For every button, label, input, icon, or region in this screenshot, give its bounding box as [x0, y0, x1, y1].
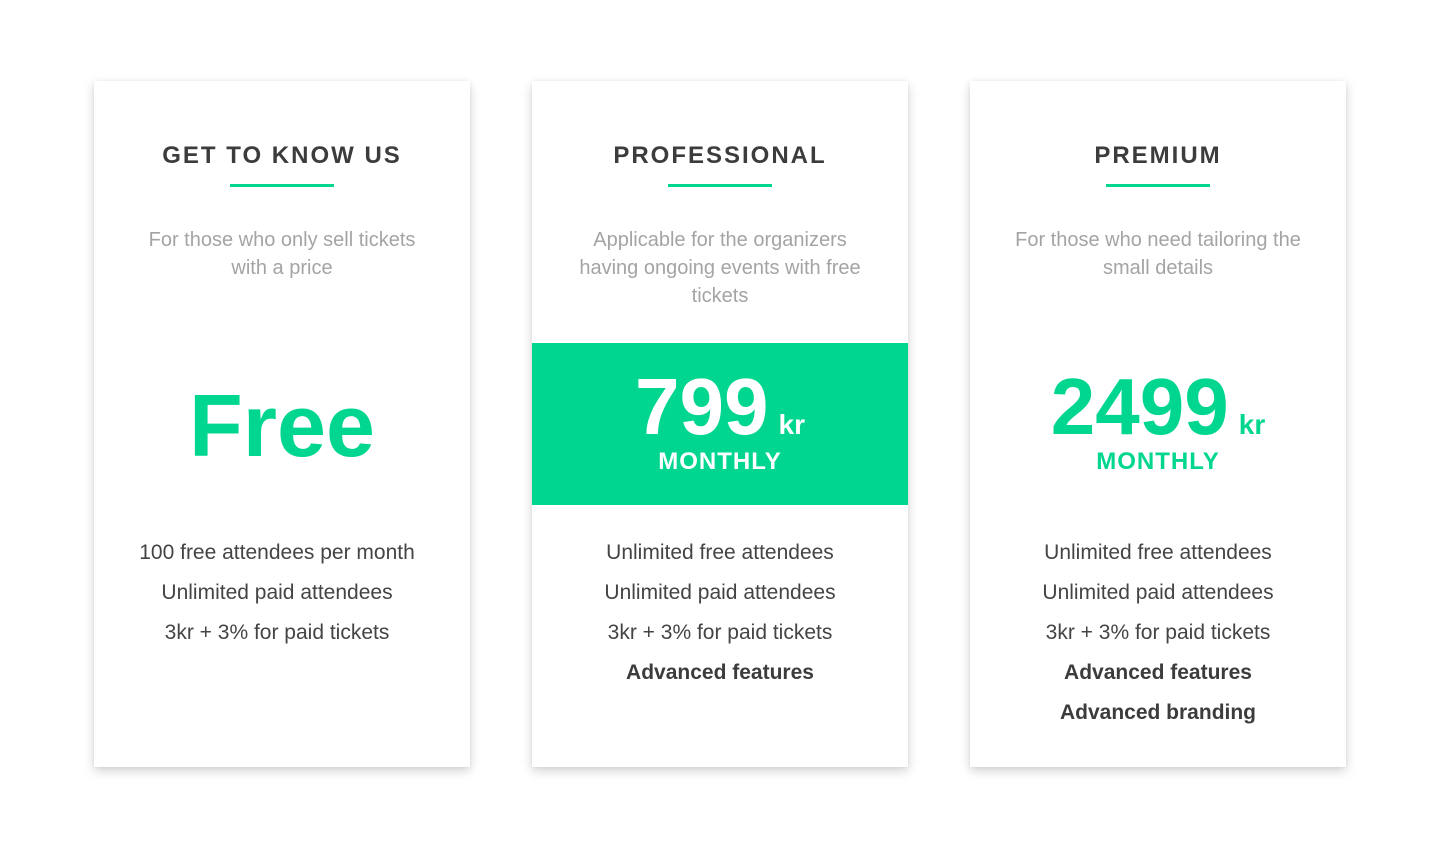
plan-title: PREMIUM — [1094, 142, 1222, 169]
feature-list: 100 free attendees per month Unlimited p… — [94, 533, 470, 653]
price-line: 2499 kr — [970, 363, 1346, 451]
plan-price: 799 — [635, 362, 769, 451]
feature-item: 3kr + 3% for paid tickets — [1045, 621, 1271, 644]
plan-card-professional[interactable]: PROFESSIONAL Applicable for the organize… — [532, 81, 908, 767]
feature-item: Unlimited paid attendees — [161, 581, 393, 604]
feature-item: Advanced features — [626, 661, 814, 684]
plan-price: 2499 — [1050, 362, 1229, 451]
feature-item: 100 free attendees per month — [139, 541, 415, 564]
plan-title: GET TO KNOW US — [162, 142, 402, 169]
plan-description: For those who need tailoring the small d… — [1015, 229, 1301, 279]
title-underline — [230, 184, 334, 187]
billing-period: MONTHLY — [1096, 448, 1220, 475]
feature-list: Unlimited free attendees Unlimited paid … — [970, 533, 1346, 733]
price-box: 2499 kr MONTHLY — [970, 343, 1346, 505]
feature-item: Advanced branding — [1059, 701, 1257, 724]
feature-item: 3kr + 3% for paid tickets — [607, 621, 833, 644]
plan-card-get-to-know-us[interactable]: GET TO KNOW US For those who only sell t… — [94, 81, 470, 767]
plan-description: Applicable for the organizers having ong… — [579, 229, 861, 307]
pricing-section: GET TO KNOW US For those who only sell t… — [0, 0, 1440, 858]
feature-item: Unlimited free attendees — [606, 541, 834, 564]
title-underline — [1106, 184, 1210, 187]
feature-item: Advanced features — [1064, 661, 1252, 684]
plan-price: Free — [189, 376, 375, 475]
plan-title: PROFESSIONAL — [613, 142, 827, 169]
feature-list: Unlimited free attendees Unlimited paid … — [532, 533, 908, 693]
price-highlight-box: 799 kr MONTHLY — [532, 343, 908, 505]
title-underline — [668, 184, 772, 187]
price-line: 799 kr — [532, 363, 908, 451]
feature-item: Unlimited paid attendees — [1042, 581, 1274, 604]
billing-period: MONTHLY — [658, 448, 782, 475]
feature-item: Unlimited paid attendees — [604, 581, 836, 604]
plan-description: For those who only sell tickets with a p… — [148, 229, 416, 279]
currency-label: kr — [778, 409, 805, 440]
feature-item: Unlimited free attendees — [1044, 541, 1272, 564]
currency-label: kr — [1238, 409, 1266, 440]
plan-card-premium[interactable]: PREMIUM For those who need tailoring the… — [970, 81, 1346, 767]
feature-item: 3kr + 3% for paid tickets — [164, 621, 390, 644]
